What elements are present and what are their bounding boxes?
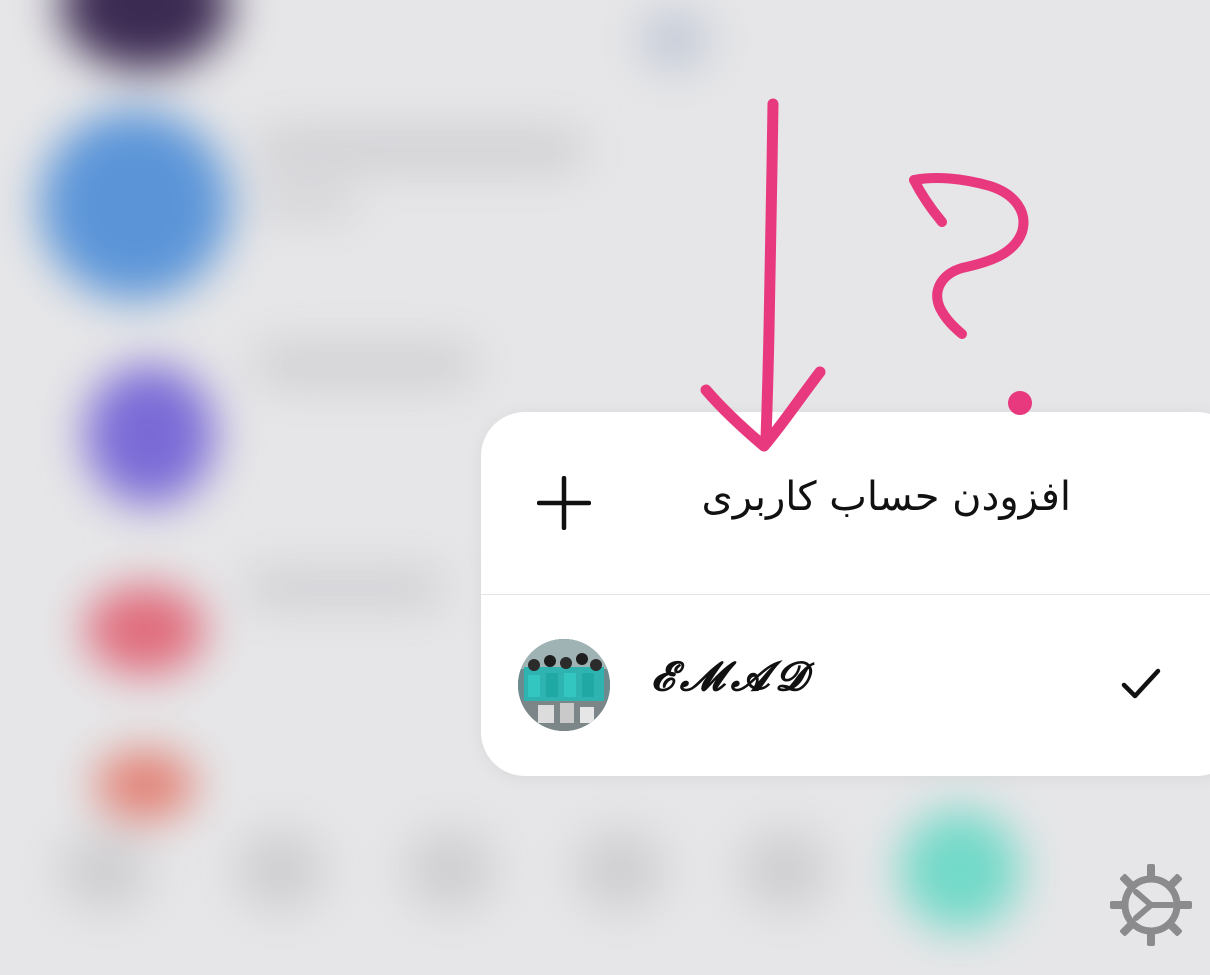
bg-top-icon [640, 10, 710, 70]
bg-avatar-top [60, 0, 230, 70]
bg-nav-4 [575, 830, 665, 910]
bg-avatar-red [85, 585, 205, 675]
bg-subtitle-1 [255, 190, 355, 216]
plus-icon [537, 476, 591, 530]
account-item-current[interactable]: 𝓔𝓜𝓐𝓓 [481, 595, 1210, 776]
avatar [518, 639, 610, 731]
checkmark-icon [1121, 668, 1161, 699]
bg-nav-5 [740, 830, 830, 910]
avatar-image [518, 639, 610, 731]
bg-avatar-orange [95, 750, 195, 820]
account-switcher-menu: افزودن حساب کاربری 𝓔𝓜𝓐𝓓 [481, 412, 1210, 776]
add-account-item[interactable]: افزودن حساب کاربری [481, 412, 1210, 594]
bg-title-3 [245, 570, 445, 606]
bg-nav-3 [405, 830, 495, 910]
add-account-label: افزودن حساب کاربری [701, 474, 1071, 520]
bg-avatar-blue [40, 110, 230, 300]
bg-title-2 [255, 345, 475, 385]
gear-icon[interactable] [1108, 862, 1194, 948]
bg-fab [900, 810, 1020, 930]
bg-title-1 [255, 130, 585, 170]
screen: افزودن حساب کاربری 𝓔𝓜𝓐𝓓 [0, 0, 1210, 975]
bg-avatar-purple [85, 365, 215, 505]
account-name: 𝓔𝓜𝓐𝓓 [651, 653, 813, 700]
bg-nav-2 [235, 830, 325, 910]
bg-nav-1 [60, 830, 150, 910]
